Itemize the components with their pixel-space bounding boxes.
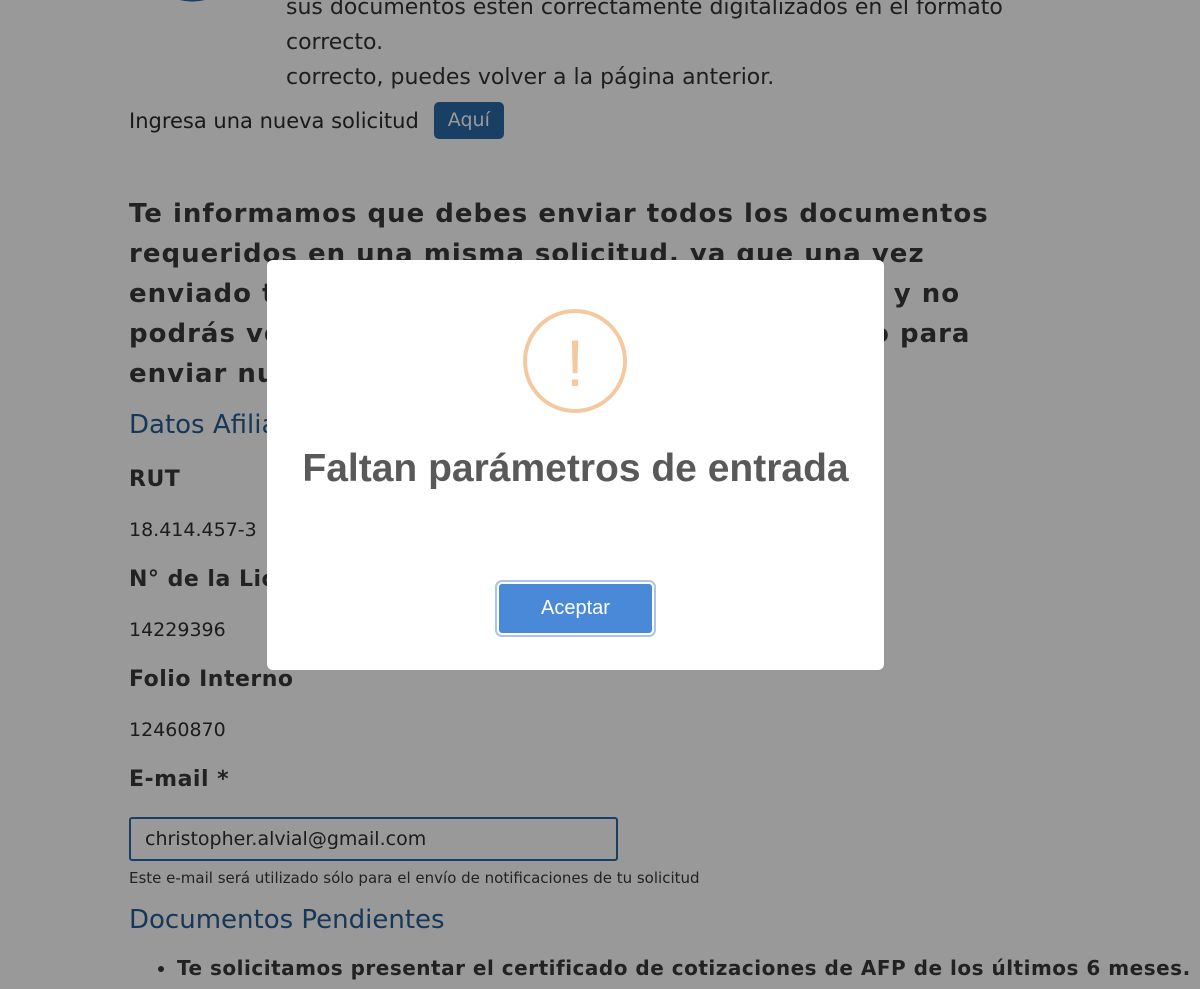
warning-glyph: ! (566, 326, 584, 400)
page: sus documentos estén correctamente digit… (0, 0, 1200, 989)
dialog-title: Faltan parámetros de entrada (302, 447, 849, 490)
warning-icon: ! (523, 309, 627, 413)
accept-button[interactable]: Aceptar (497, 582, 654, 635)
alert-dialog: ! Faltan parámetros de entrada Aceptar (267, 260, 884, 670)
